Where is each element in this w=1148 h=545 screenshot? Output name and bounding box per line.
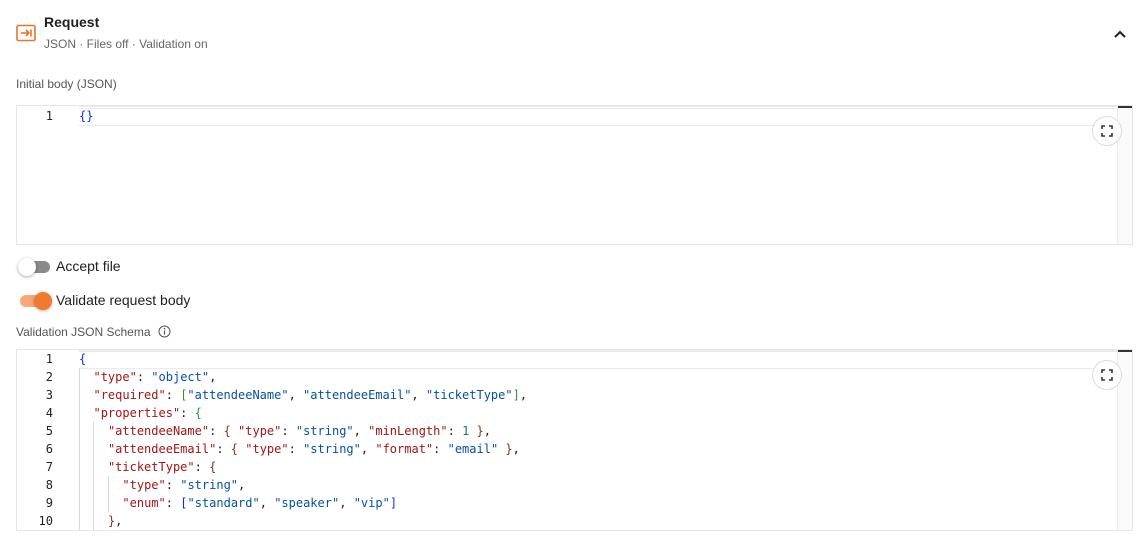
- code-line: "attendeeEmail": { "type": "string", "fo…: [79, 440, 520, 458]
- schema-editor[interactable]: 1 2 3 4 5 6 7 8 9 10 { "type": "object", "require…: [16, 349, 1133, 531]
- initial-body-editor[interactable]: 1 {}: [16, 105, 1133, 245]
- code-line: "ticketType": {: [79, 458, 216, 476]
- section-subtitle: JSON · Files off · Validation on: [44, 37, 208, 51]
- toggle-knob: [34, 292, 52, 310]
- line-number: 7: [45, 460, 53, 474]
- code-area[interactable]: {}: [79, 106, 1118, 244]
- line-number: 2: [45, 370, 53, 384]
- code-line: "enum": ["standard", "speaker", "vip"]: [79, 494, 397, 512]
- toggle-knob: [18, 258, 36, 276]
- line-number: 10: [38, 514, 53, 528]
- chevron-up-icon[interactable]: [1110, 24, 1130, 44]
- line-number: 6: [45, 442, 53, 456]
- code-line: {: [79, 352, 87, 366]
- line-number: 3: [45, 388, 53, 402]
- schema-label: Validation JSON Schema: [16, 325, 151, 339]
- code-line: {}: [79, 109, 94, 123]
- line-number: 1: [45, 109, 53, 123]
- code-line: "properties": {: [79, 404, 202, 422]
- code-line: "type": "string",: [79, 476, 245, 494]
- code-line: "type": "object",: [79, 368, 216, 386]
- code-line: "required": ["attendeeName", "attendeeEm…: [79, 386, 527, 404]
- line-number: 9: [45, 496, 53, 510]
- line-number: 4: [45, 406, 53, 420]
- code-area[interactable]: { "type": "object", "required": ["attend…: [79, 350, 1118, 530]
- line-number-gutter: 1 2 3 4 5 6 7 8 9 10: [17, 350, 79, 530]
- expand-editor-button[interactable]: [1092, 360, 1122, 390]
- section-title: Request: [44, 14, 100, 30]
- accept-file-label: Accept file: [56, 258, 121, 274]
- validate-body-label: Validate request body: [56, 292, 191, 308]
- request-section-header[interactable]: Request JSON · Files off · Validation on: [0, 0, 1148, 66]
- code-line: },: [79, 512, 122, 530]
- input-arrow-icon: [16, 24, 36, 42]
- line-number: 5: [45, 424, 53, 438]
- code-line: "attendeeName": { "type": "string", "min…: [79, 422, 491, 440]
- line-number: 1: [45, 352, 53, 366]
- line-number: 8: [45, 478, 53, 492]
- info-icon[interactable]: [158, 325, 171, 338]
- initial-body-label: Initial body (JSON): [16, 77, 117, 91]
- expand-editor-button[interactable]: [1092, 116, 1122, 146]
- fullscreen-icon: [1101, 125, 1113, 137]
- schema-label-row: Validation JSON Schema: [16, 325, 171, 339]
- line-number-gutter: 1: [17, 106, 79, 244]
- fullscreen-icon: [1101, 369, 1113, 381]
